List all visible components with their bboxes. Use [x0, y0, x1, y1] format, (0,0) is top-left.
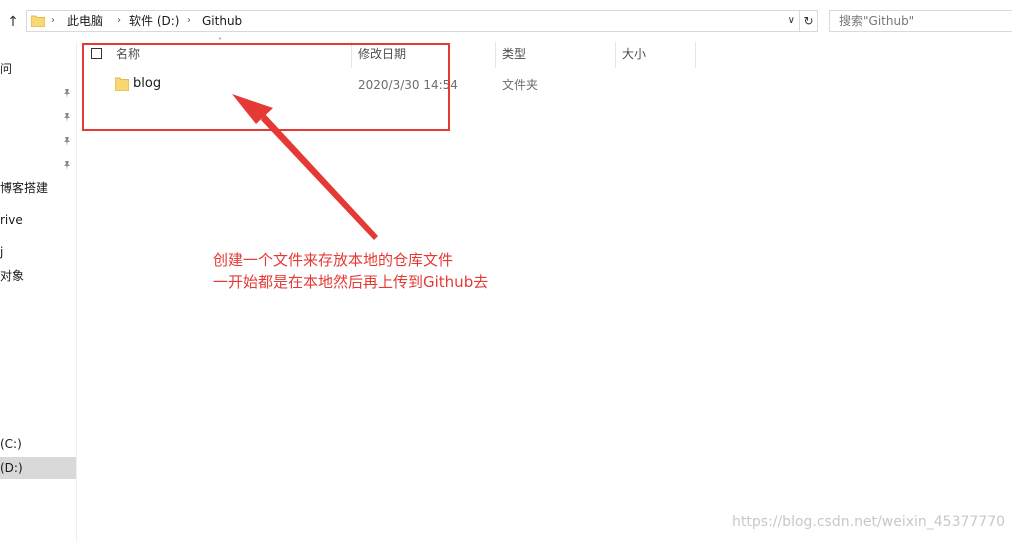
chevron-right-icon: ›: [117, 15, 121, 26]
column-divider[interactable]: [695, 42, 696, 68]
folder-icon: [31, 15, 45, 27]
chevron-right-icon: ›: [51, 15, 55, 26]
nav-item-this-pc[interactable]: j: [0, 241, 3, 263]
column-header-type[interactable]: 类型: [502, 46, 526, 66]
chevron-down-icon[interactable]: ∨: [788, 11, 795, 31]
annotation-line-2: 一开始都是在本地然后再上传到Github去: [213, 273, 489, 291]
nav-item-3d-objects[interactable]: 对象: [0, 265, 24, 287]
file-explorer-window: ↑ › 此电脑 › 软件 (D:) › Github ∨ ↻ 搜索"Github…: [0, 0, 1012, 542]
refresh-icon[interactable]: ↻: [800, 10, 818, 32]
nav-item-recent[interactable]: 问: [0, 58, 12, 80]
nav-item-onedrive[interactable]: rive: [0, 209, 23, 231]
annotation-line-1: 创建一个文件来存放本地的仓库文件: [213, 251, 454, 269]
breadcrumb-drive-d[interactable]: 软件 (D:): [129, 11, 179, 31]
column-header-size[interactable]: 大小: [622, 46, 646, 66]
pin-icon[interactable]: [62, 112, 72, 122]
pin-icon[interactable]: [62, 160, 72, 170]
up-arrow-icon[interactable]: ↑: [4, 12, 22, 32]
nav-item-blog-setup[interactable]: 博客搭建: [0, 177, 48, 199]
watermark: https://blog.csdn.net/weixin_45377770: [732, 514, 1006, 530]
nav-item-drive-c[interactable]: (C:): [0, 433, 22, 455]
search-input[interactable]: 搜索"Github": [829, 10, 1012, 32]
chevron-right-icon: ›: [187, 15, 191, 26]
pin-icon[interactable]: [62, 88, 72, 98]
highlight-box: [82, 43, 450, 131]
pin-icon[interactable]: [62, 136, 72, 146]
file-type: 文件夹: [502, 78, 539, 92]
column-divider[interactable]: [495, 42, 496, 68]
nav-item-drive-d[interactable]: (D:): [0, 457, 76, 479]
breadcrumb-github[interactable]: Github: [202, 11, 242, 31]
column-divider[interactable]: [615, 42, 616, 68]
navigation-pane: 问 博客搭建 rive j 对象 (C:) (D:): [0, 42, 77, 542]
address-bar[interactable]: › 此电脑 › 软件 (D:) › Github ∨: [26, 10, 800, 32]
address-toolbar: ↑ › 此电脑 › 软件 (D:) › Github ∨ ↻ 搜索"Github…: [0, 0, 1012, 46]
breadcrumb-this-pc[interactable]: 此电脑: [67, 11, 103, 31]
annotation-text: 创建一个文件来存放本地的仓库文件 一开始都是在本地然后再上传到Github去: [213, 249, 488, 293]
